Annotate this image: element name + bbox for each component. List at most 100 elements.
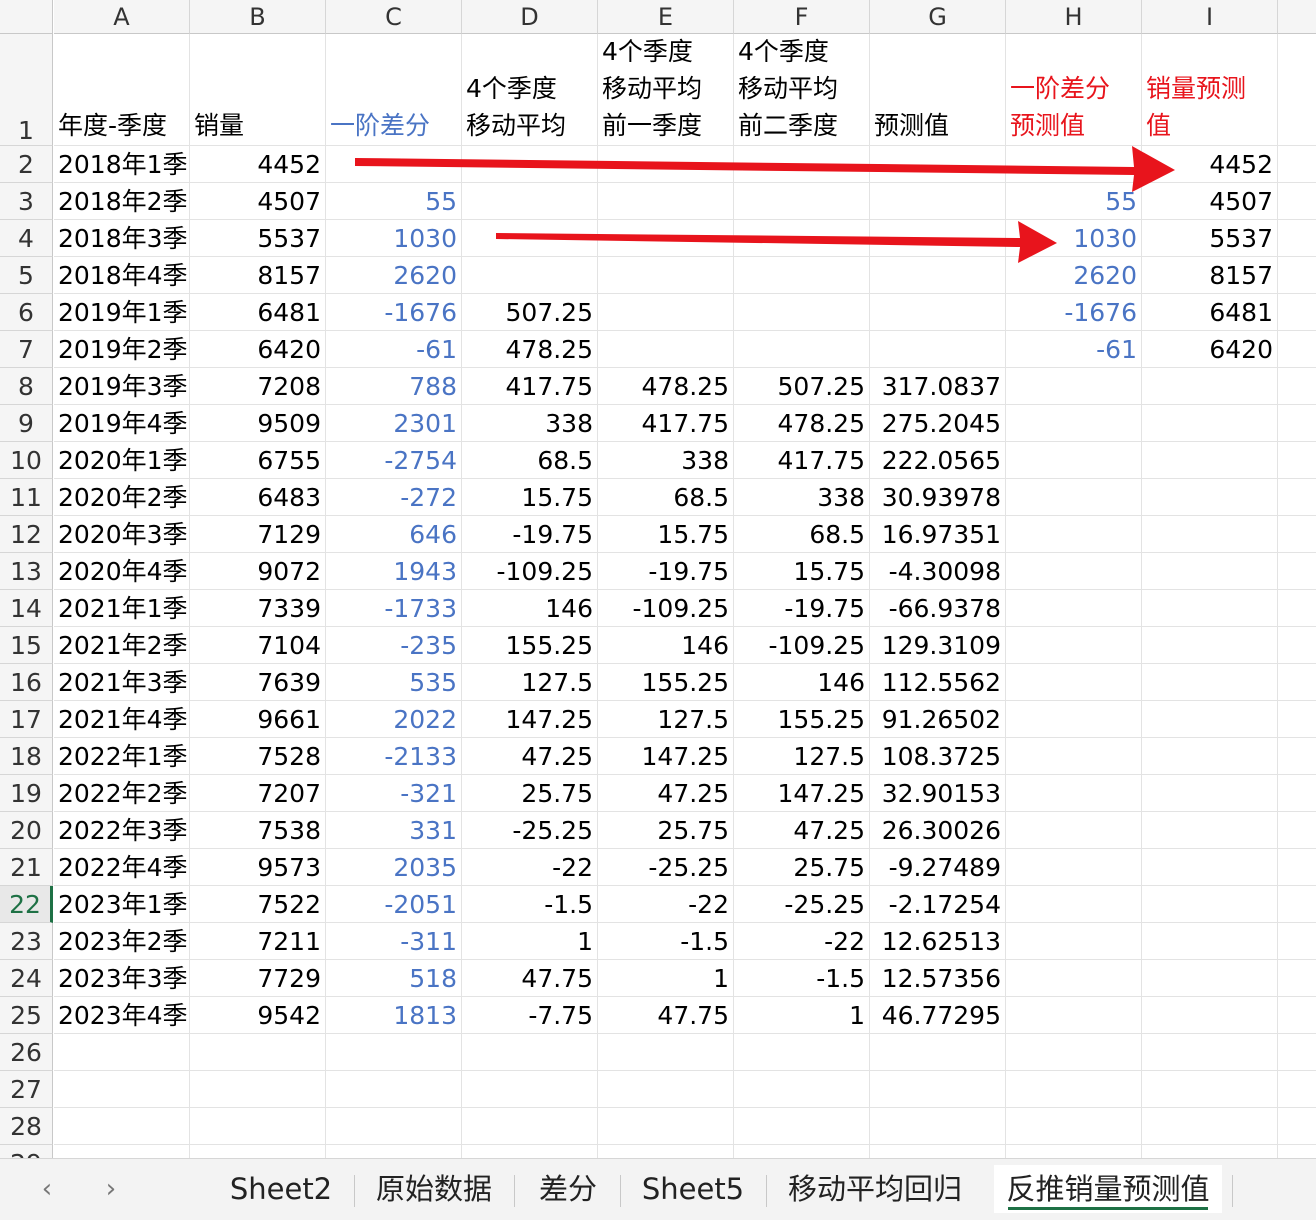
empty-cell[interactable]	[734, 1108, 870, 1145]
table-cell-F[interactable]: 15.75	[734, 553, 870, 590]
table-cell-B[interactable]: 9573	[190, 849, 326, 886]
table-cell-B[interactable]: 7208	[190, 368, 326, 405]
table-cell-I[interactable]	[1142, 701, 1278, 738]
table-cell-I[interactable]	[1142, 738, 1278, 775]
table-cell-A[interactable]: 2021年4季	[54, 701, 190, 738]
tab-back-calc-sales-forecast[interactable]: 反推销量预测值	[994, 1165, 1222, 1213]
empty-cell[interactable]	[1278, 220, 1316, 257]
table-cell-E[interactable]: 338	[598, 442, 734, 479]
table-cell-G[interactable]: -2.17254	[870, 886, 1006, 923]
column-header-F[interactable]: F	[734, 0, 870, 34]
table-cell-F[interactable]: 338	[734, 479, 870, 516]
table-cell-B[interactable]: 9072	[190, 553, 326, 590]
table-cell-A[interactable]: 2018年1季	[54, 146, 190, 183]
table-cell-G[interactable]	[870, 220, 1006, 257]
table-cell-H[interactable]	[1006, 849, 1142, 886]
table-cell-E[interactable]	[598, 146, 734, 183]
table-cell-G[interactable]	[870, 257, 1006, 294]
empty-cell[interactable]	[1142, 1034, 1278, 1071]
row-header-9[interactable]: 9	[0, 405, 53, 442]
table-cell-F[interactable]: 68.5	[734, 516, 870, 553]
empty-cell[interactable]	[1278, 590, 1316, 627]
table-cell-E[interactable]: 147.25	[598, 738, 734, 775]
table-cell-A[interactable]: 2022年1季	[54, 738, 190, 775]
empty-cell[interactable]	[54, 1071, 190, 1108]
table-cell-D[interactable]: 127.5	[462, 664, 598, 701]
table-cell-I[interactable]	[1142, 923, 1278, 960]
table-cell-E[interactable]: -109.25	[598, 590, 734, 627]
table-cell-D[interactable]: 338	[462, 405, 598, 442]
empty-cell[interactable]	[1006, 1108, 1142, 1145]
table-cell-F[interactable]: 155.25	[734, 701, 870, 738]
empty-cell[interactable]	[1278, 738, 1316, 775]
header-cell-G[interactable]: 预测值	[870, 34, 1006, 146]
table-cell-C[interactable]: 331	[326, 812, 462, 849]
row-header-16[interactable]: 16	[0, 664, 53, 701]
table-cell-I[interactable]	[1142, 553, 1278, 590]
row-header-20[interactable]: 20	[0, 812, 53, 849]
empty-cell[interactable]	[462, 1145, 598, 1158]
table-cell-B[interactable]: 6483	[190, 479, 326, 516]
table-cell-C[interactable]: 2022	[326, 701, 462, 738]
table-cell-E[interactable]: -22	[598, 886, 734, 923]
table-cell-A[interactable]: 2019年3季	[54, 368, 190, 405]
table-cell-B[interactable]: 8157	[190, 257, 326, 294]
table-cell-F[interactable]: -1.5	[734, 960, 870, 997]
table-cell-F[interactable]: 147.25	[734, 775, 870, 812]
column-header-B[interactable]: B	[190, 0, 326, 34]
row-header-14[interactable]: 14	[0, 590, 53, 627]
row-header-24[interactable]: 24	[0, 960, 53, 997]
table-cell-G[interactable]: 317.0837	[870, 368, 1006, 405]
header-cell-A[interactable]: 年度-季度	[54, 34, 190, 146]
table-cell-I[interactable]	[1142, 442, 1278, 479]
table-cell-D[interactable]: 147.25	[462, 701, 598, 738]
empty-cell[interactable]	[462, 1108, 598, 1145]
spreadsheet-grid[interactable]: A B C D E F G H I 1 2 3 4 5 6 7 8 9 10 11 12 13 14 15 16 17 18 19 20…	[0, 0, 1316, 1158]
table-cell-F[interactable]: 417.75	[734, 442, 870, 479]
table-cell-E[interactable]: 47.75	[598, 997, 734, 1034]
table-cell-C[interactable]: 55	[326, 183, 462, 220]
empty-cell[interactable]	[1278, 923, 1316, 960]
empty-cell[interactable]	[1278, 34, 1316, 146]
empty-cell[interactable]	[1278, 1071, 1316, 1108]
empty-cell[interactable]	[1278, 997, 1316, 1034]
table-cell-C[interactable]: -235	[326, 627, 462, 664]
table-cell-D[interactable]: 155.25	[462, 627, 598, 664]
table-cell-H[interactable]: -1676	[1006, 294, 1142, 331]
table-cell-I[interactable]	[1142, 812, 1278, 849]
empty-cell[interactable]	[1006, 1071, 1142, 1108]
table-cell-H[interactable]	[1006, 479, 1142, 516]
empty-cell[interactable]	[462, 1034, 598, 1071]
column-header-blank[interactable]	[1278, 0, 1316, 34]
table-cell-E[interactable]: 68.5	[598, 479, 734, 516]
empty-cell[interactable]	[870, 1145, 1006, 1158]
column-header-I[interactable]: I	[1142, 0, 1278, 34]
table-cell-A[interactable]: 2023年2季	[54, 923, 190, 960]
row-header-23[interactable]: 23	[0, 923, 53, 960]
table-cell-A[interactable]: 2018年2季	[54, 183, 190, 220]
table-cell-I[interactable]	[1142, 775, 1278, 812]
table-cell-F[interactable]: 1	[734, 997, 870, 1034]
table-cell-H[interactable]: -61	[1006, 331, 1142, 368]
table-cell-F[interactable]	[734, 257, 870, 294]
table-cell-A[interactable]: 2021年2季	[54, 627, 190, 664]
table-cell-I[interactable]: 4452	[1142, 146, 1278, 183]
table-cell-B[interactable]: 7207	[190, 775, 326, 812]
table-cell-A[interactable]: 2019年1季	[54, 294, 190, 331]
row-header-13[interactable]: 13	[0, 553, 53, 590]
row-header-11[interactable]: 11	[0, 479, 53, 516]
table-cell-H[interactable]: 1030	[1006, 220, 1142, 257]
table-cell-H[interactable]: 55	[1006, 183, 1142, 220]
row-header-3[interactable]: 3	[0, 183, 53, 220]
table-cell-G[interactable]	[870, 331, 1006, 368]
empty-cell[interactable]	[1278, 1108, 1316, 1145]
table-cell-H[interactable]	[1006, 664, 1142, 701]
table-cell-G[interactable]: 46.77295	[870, 997, 1006, 1034]
empty-cell[interactable]	[598, 1145, 734, 1158]
table-cell-H[interactable]	[1006, 368, 1142, 405]
table-cell-C[interactable]: -2133	[326, 738, 462, 775]
table-cell-H[interactable]	[1006, 738, 1142, 775]
table-cell-G[interactable]	[870, 183, 1006, 220]
column-header-G[interactable]: G	[870, 0, 1006, 34]
table-cell-D[interactable]: 146	[462, 590, 598, 627]
